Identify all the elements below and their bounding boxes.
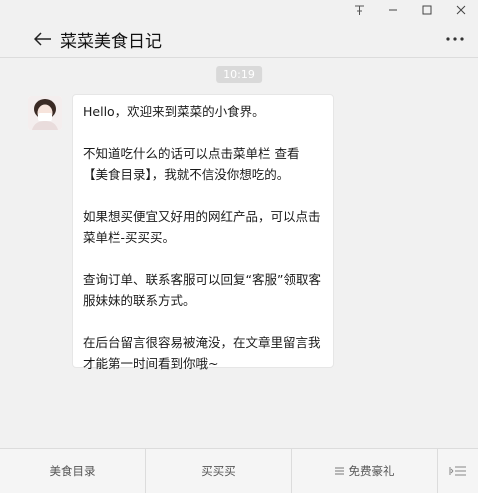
close-icon[interactable] [444, 0, 478, 20]
chat-title: 菜菜美食日记 [60, 31, 162, 52]
maximize-icon[interactable] [410, 0, 444, 20]
message-line: 查询订单、联系客服可以回复“客服”领取客服妹妹的联系方式。 [83, 272, 321, 308]
message-line: 在后台留言很容易被淹没，在文章里留言我才能第一时间看到你哦~ [83, 335, 321, 371]
menu-item-label: 免费豪礼 [348, 464, 395, 478]
menu-item-label: 买买买 [201, 464, 236, 478]
timestamp-badge: 10:19 [216, 66, 262, 83]
menu-item-food-catalog[interactable]: 美食目录 [0, 449, 146, 493]
message-line: 不知道吃什么的话可以点击菜单栏 查看【美食目录】，我就不信没你想吃的。 [83, 146, 300, 182]
keyboard-toggle-icon[interactable] [438, 449, 478, 493]
message-line: 如果想买便宜又好用的网红产品，可以点击菜单栏-买买买。 [83, 209, 321, 245]
menu-item-shop[interactable]: 买买买 [146, 449, 292, 493]
menu-bar: 美食目录 买买买 免费豪礼 [0, 448, 478, 493]
window-controls [342, 0, 478, 20]
list-icon [334, 464, 344, 478]
chat-header: 菜菜美食日记 [0, 20, 478, 58]
minimize-icon[interactable] [376, 0, 410, 20]
message-line: Hello，欢迎来到菜菜的小食界。 [83, 104, 265, 119]
more-icon[interactable] [442, 26, 468, 52]
header-divider [0, 57, 478, 58]
avatar[interactable] [28, 96, 62, 130]
menu-item-free-gifts[interactable]: 免费豪礼 [292, 449, 438, 493]
pin-icon[interactable] [342, 0, 376, 20]
menu-item-label: 美食目录 [49, 464, 96, 478]
back-arrow-icon[interactable] [30, 26, 56, 52]
message-bubble[interactable]: Hello，欢迎来到菜菜的小食界。 不知道吃什么的话可以点击菜单栏 查看【美食目… [72, 94, 334, 371]
